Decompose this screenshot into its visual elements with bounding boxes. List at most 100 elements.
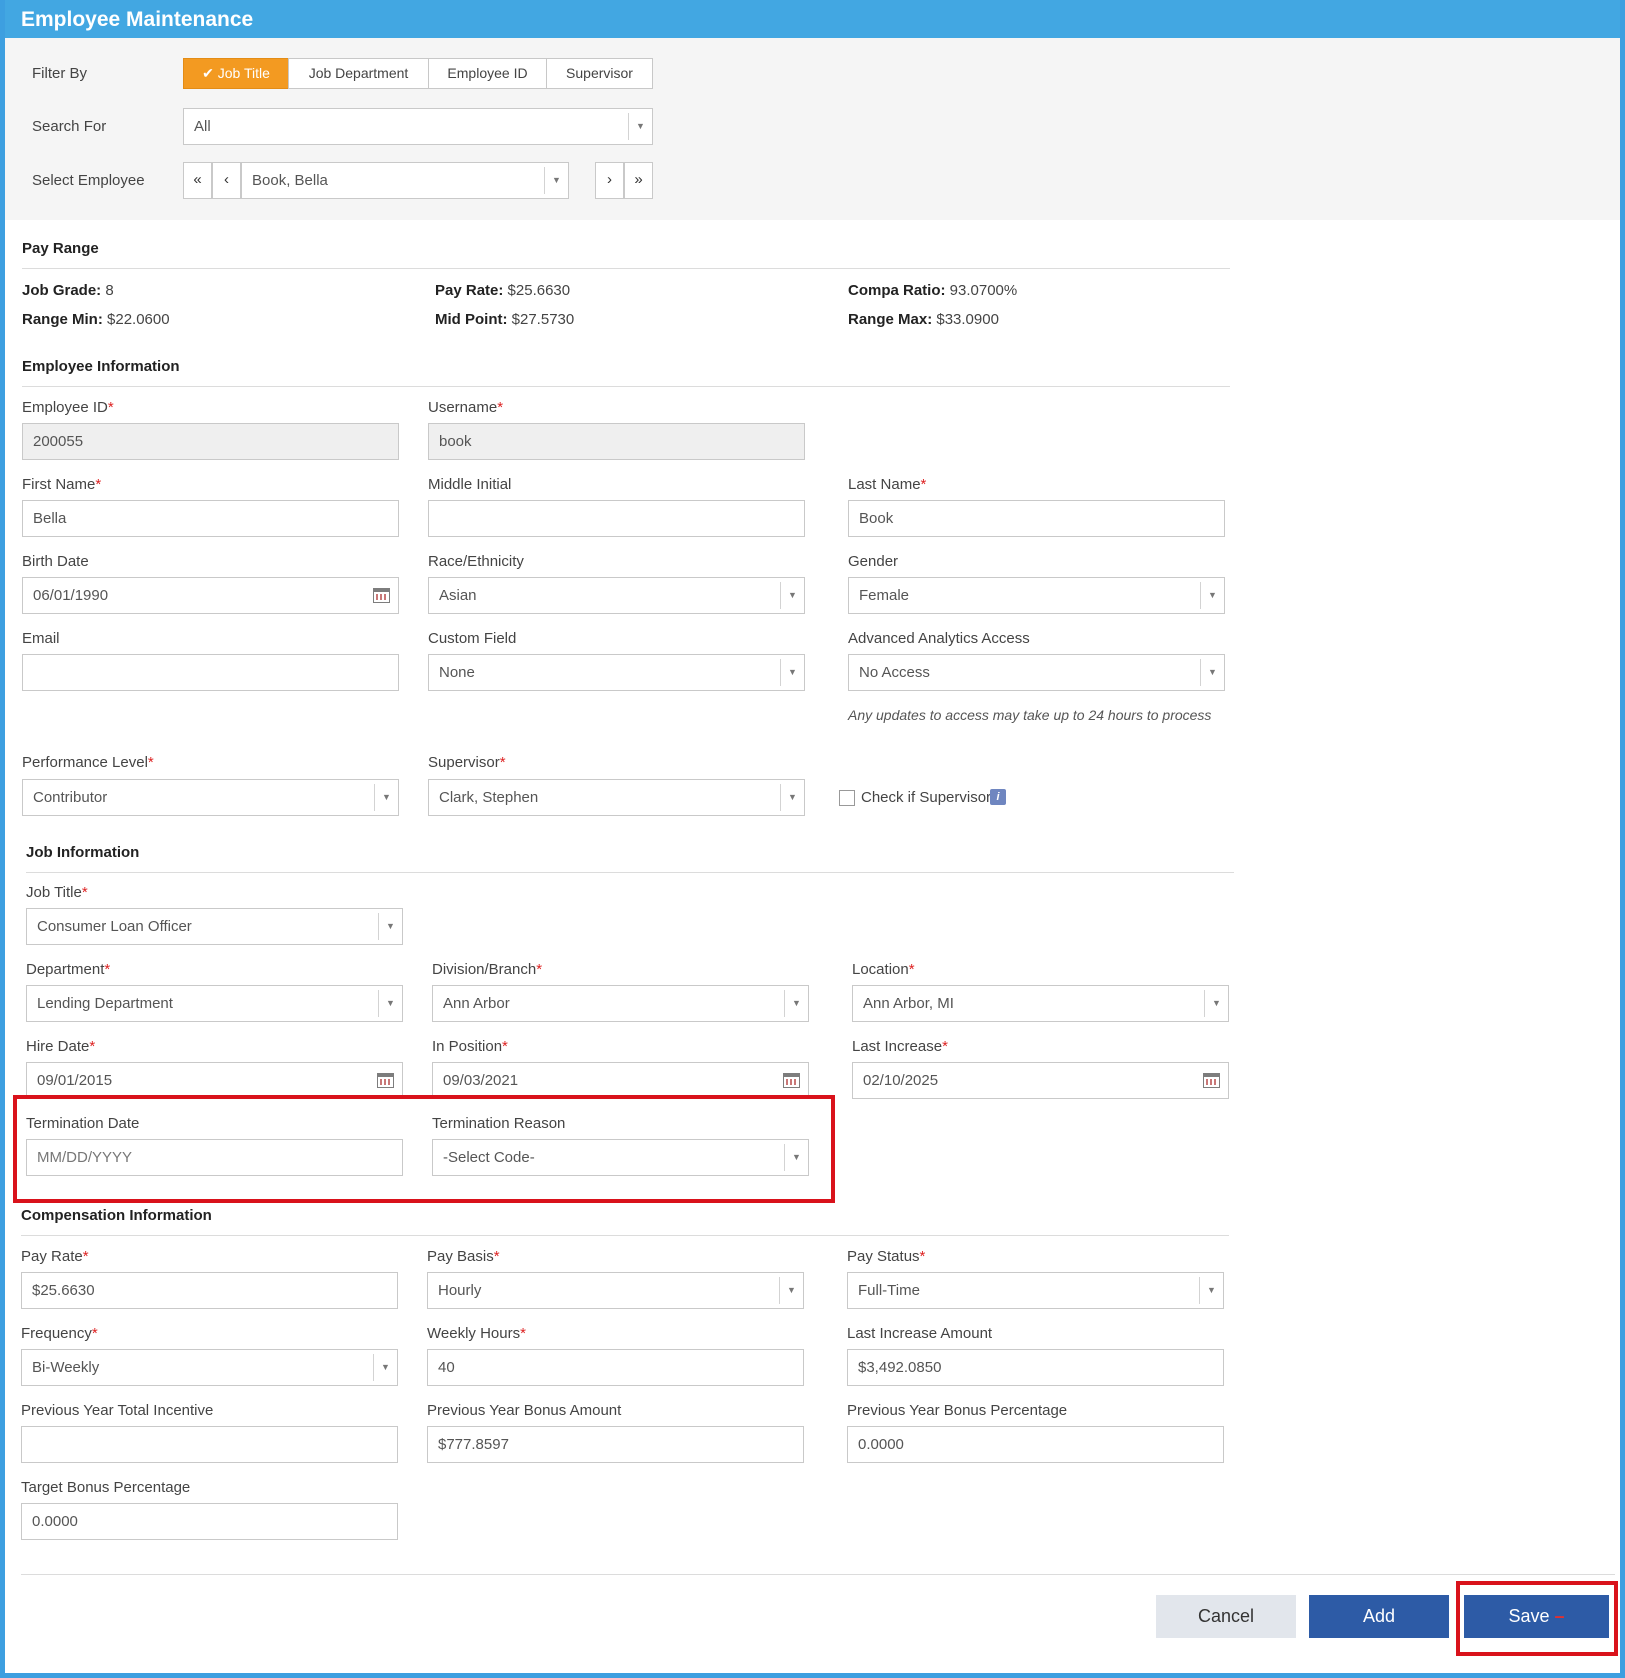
app-frame: Employee Maintenance Filter By ✔ Job Tit… (0, 0, 1625, 1678)
filter-option-job-department[interactable]: Job Department (288, 58, 429, 89)
range-min: Range Min: $22.0600 (22, 311, 170, 328)
pay-rate-label: Pay Rate* (21, 1248, 89, 1265)
last-increase-amount-field[interactable]: $3,492.0850 (847, 1349, 1224, 1386)
birth-date-field[interactable]: 06/01/1990 (22, 577, 399, 614)
chevron-down-icon: ▼ (780, 582, 804, 609)
target-bonus-percentage-field[interactable]: 0.0000 (21, 1503, 398, 1540)
divider (22, 268, 1230, 269)
termination-date-label: Termination Date (26, 1115, 140, 1132)
middle-initial-field[interactable] (428, 500, 805, 537)
hire-date-field[interactable]: 09/01/2015 (26, 1062, 403, 1099)
chevron-down-icon: ▼ (378, 913, 402, 940)
info-icon[interactable]: i (990, 789, 1006, 805)
filter-option-supervisor[interactable]: Supervisor (546, 58, 653, 89)
chevron-down-icon: ▼ (784, 990, 808, 1017)
job-grade: Job Grade: 8 (22, 282, 114, 299)
pay-rate-field[interactable]: $25.6630 (21, 1272, 398, 1309)
division-branch-label: Division/Branch* (432, 961, 543, 978)
previous-year-bonus-amount-field[interactable]: $777.8597 (427, 1426, 804, 1463)
previous-year-bonus-amount-label: Previous Year Bonus Amount (427, 1402, 622, 1419)
pay-range-heading: Pay Range (22, 240, 99, 257)
in-position-label: In Position* (432, 1038, 508, 1055)
hire-date-label: Hire Date* (26, 1038, 96, 1055)
employee-id-field: 200055 (22, 423, 399, 460)
mid-point: Mid Point: $27.5730 (435, 311, 575, 328)
advanced-analytics-select[interactable]: No Access ▼ (848, 654, 1225, 691)
search-for-label: Search For (32, 118, 107, 135)
save-indicator: – (1549, 1606, 1565, 1626)
previous-year-total-incentive-field[interactable] (21, 1426, 398, 1463)
cancel-button[interactable]: Cancel (1156, 1595, 1296, 1638)
frequency-select[interactable]: Bi-Weekly ▼ (21, 1349, 398, 1386)
department-select[interactable]: Lending Department ▼ (26, 985, 403, 1022)
footer-divider (21, 1574, 1615, 1575)
email-label: Email (22, 630, 60, 647)
supervisor-select[interactable]: Clark, Stephen ▼ (428, 779, 805, 816)
filter-panel: Filter By ✔ Job Title Job Department Emp… (5, 38, 1620, 220)
compensation-information-heading: Compensation Information (21, 1207, 212, 1224)
previous-employee-button[interactable]: ‹ (212, 162, 241, 199)
chevron-down-icon: ▼ (779, 1277, 803, 1304)
chevron-down-icon: ▼ (780, 784, 804, 811)
calendar-icon[interactable] (373, 588, 390, 603)
filter-by-label: Filter By (32, 65, 88, 82)
termination-reason-select[interactable]: -Select Code- ▼ (432, 1139, 809, 1176)
gender-select[interactable]: Female ▼ (848, 577, 1225, 614)
last-increase-label: Last Increase* (852, 1038, 948, 1055)
pay-basis-select[interactable]: Hourly ▼ (427, 1272, 804, 1309)
last-increase-field[interactable]: 02/10/2025 (852, 1062, 1229, 1099)
chevron-down-icon: ▼ (373, 1354, 397, 1381)
calendar-icon[interactable] (783, 1073, 800, 1088)
search-for-select[interactable]: All ▼ (183, 108, 653, 145)
last-employee-button[interactable]: » (624, 162, 653, 199)
location-select[interactable]: Ann Arbor, MI ▼ (852, 985, 1229, 1022)
department-label: Department* (26, 961, 111, 978)
location-label: Location* (852, 961, 915, 978)
first-name-field[interactable]: Bella (22, 500, 399, 537)
filter-option-job-title[interactable]: ✔ Job Title (183, 58, 289, 89)
job-title-label: Job Title* (26, 884, 88, 901)
next-employee-button[interactable]: › (595, 162, 624, 199)
check-if-supervisor-checkbox[interactable] (839, 790, 855, 806)
termination-reason-label: Termination Reason (432, 1115, 566, 1132)
divider (21, 1235, 1229, 1236)
job-information-heading: Job Information (26, 844, 140, 861)
target-bonus-percentage-label: Target Bonus Percentage (21, 1479, 191, 1496)
in-position-field[interactable]: 09/03/2021 (432, 1062, 809, 1099)
race-ethnicity-select[interactable]: Asian ▼ (428, 577, 805, 614)
employee-information-heading: Employee Information (22, 358, 180, 375)
previous-year-total-incentive-label: Previous Year Total Incentive (21, 1402, 214, 1419)
job-title-select[interactable]: Consumer Loan Officer ▼ (26, 908, 403, 945)
save-button[interactable]: Save – (1464, 1595, 1609, 1638)
performance-level-select[interactable]: Contributor ▼ (22, 779, 399, 816)
chevron-down-icon: ▼ (780, 659, 804, 686)
calendar-icon[interactable] (377, 1073, 394, 1088)
chevron-down-icon: ▼ (1200, 659, 1224, 686)
filter-option-employee-id[interactable]: Employee ID (428, 58, 547, 89)
pay-status-label: Pay Status* (847, 1248, 926, 1265)
compa-ratio: Compa Ratio: 93.0700% (848, 282, 1018, 299)
frequency-label: Frequency* (21, 1325, 98, 1342)
analytics-access-note: Any updates to access may take up to 24 … (848, 707, 1212, 723)
check-if-supervisor-label: Check if Supervisor (861, 789, 992, 806)
select-employee-dropdown[interactable]: Book, Bella ▼ (241, 162, 569, 199)
pay-status-select[interactable]: Full-Time ▼ (847, 1272, 1224, 1309)
weekly-hours-field[interactable]: 40 (427, 1349, 804, 1386)
add-button[interactable]: Add (1309, 1595, 1449, 1638)
last-name-label: Last Name* (848, 476, 927, 493)
chevron-down-icon: ▼ (374, 784, 398, 811)
last-name-field[interactable]: Book (848, 500, 1225, 537)
gender-label: Gender (848, 553, 899, 570)
username-label: Username* (428, 399, 504, 416)
checkmark-icon: ✔ (202, 65, 218, 81)
calendar-icon[interactable] (1203, 1073, 1220, 1088)
division-branch-select[interactable]: Ann Arbor ▼ (432, 985, 809, 1022)
username-field: book (428, 423, 805, 460)
previous-year-bonus-percentage-field[interactable]: 0.0000 (847, 1426, 1224, 1463)
first-employee-button[interactable]: « (183, 162, 212, 199)
termination-date-field[interactable]: MM/DD/YYYY (26, 1139, 403, 1176)
email-field[interactable] (22, 654, 399, 691)
weekly-hours-label: Weekly Hours* (427, 1325, 526, 1342)
divider (22, 386, 1230, 387)
custom-field-select[interactable]: None ▼ (428, 654, 805, 691)
